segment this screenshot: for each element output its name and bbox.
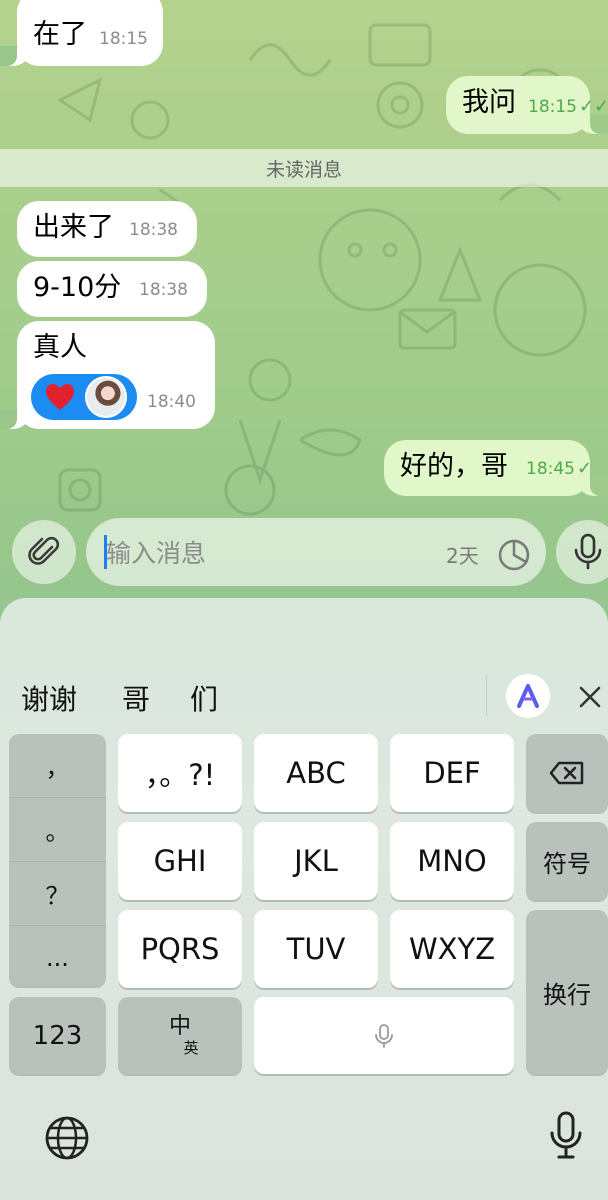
message-incoming[interactable]: 9-10分 18:38 — [17, 261, 207, 317]
key-ghi[interactable]: GHI — [118, 822, 242, 900]
message-text: 出来了 — [33, 212, 114, 243]
key-def[interactable]: DEF — [390, 734, 514, 812]
message-input-placeholder: 输入消息 — [106, 539, 207, 568]
space-key[interactable] — [254, 997, 514, 1074]
attach-button[interactable] — [12, 520, 76, 584]
message-incoming[interactable]: 出来了 18:38 — [17, 201, 197, 257]
symbols-key[interactable]: 符号 — [526, 822, 608, 900]
microphone-icon — [574, 533, 602, 570]
message-reaction[interactable] — [31, 374, 137, 420]
heart-icon — [46, 384, 74, 410]
key-tuv[interactable]: TUV — [254, 910, 378, 988]
globe-icon[interactable] — [44, 1115, 90, 1161]
message-text: 我问 — [462, 87, 516, 118]
message-outgoing[interactable]: 我问 18:15 ✓✓ — [446, 76, 608, 134]
key-pqrs[interactable]: PQRS — [118, 910, 242, 988]
message-time: 18:45 — [526, 459, 575, 479]
assistant-button[interactable] — [506, 674, 550, 718]
message-time: 18:15 — [528, 97, 577, 117]
return-key[interactable]: 换行 — [526, 910, 608, 1074]
message-text: 在了 — [33, 19, 87, 50]
assistant-logo-icon — [517, 684, 539, 708]
punct-key[interactable]: ？ — [9, 862, 106, 926]
auto-delete-timer-label: 2天 — [446, 544, 479, 568]
key-mno[interactable]: MNO — [390, 822, 514, 900]
punct-key[interactable]: ... — [9, 926, 106, 989]
punct-key[interactable]: 。 — [9, 798, 106, 862]
double-check-icon: ✓✓ — [579, 96, 608, 117]
backspace-key[interactable] — [526, 734, 608, 812]
punctuation-column: ， 。 ？ ... — [9, 734, 106, 986]
key-wxyz[interactable]: WXYZ — [390, 910, 514, 988]
message-time: 18:38 — [139, 280, 188, 300]
message-text: 真人 — [33, 332, 87, 363]
message-time: 18:40 — [147, 392, 196, 412]
key-jkl[interactable]: JKL — [254, 822, 378, 900]
language-switch-key[interactable]: 中 英 — [118, 997, 242, 1074]
composer: 输入消息 2天 — [0, 518, 608, 588]
reactor-avatar — [85, 376, 127, 418]
numbers-key[interactable]: 123 — [9, 997, 106, 1074]
key-abc[interactable]: ABC — [254, 734, 378, 812]
candidate-word[interactable]: 哥 — [122, 678, 150, 718]
message-text: 好的，哥 — [400, 451, 508, 482]
close-icon[interactable] — [578, 685, 602, 709]
lang-main-label: 中 — [168, 1013, 191, 1039]
message-time-row: 18:45 ✓ — [526, 452, 592, 486]
message-time: 18:38 — [129, 220, 178, 240]
candidate-word[interactable]: 们 — [190, 678, 218, 718]
paperclip-icon — [28, 536, 60, 565]
unread-divider-label: 未读消息 — [265, 158, 342, 181]
backspace-icon — [549, 761, 584, 785]
voice-record-button[interactable] — [556, 520, 608, 584]
lang-sub-label: 英 — [183, 1038, 199, 1057]
message-incoming[interactable]: 在了 18:15 — [0, 0, 163, 66]
message-text: 9-10分 — [33, 272, 122, 303]
timer-icon[interactable] — [497, 538, 531, 572]
dictation-icon[interactable] — [549, 1111, 583, 1161]
check-icon: ✓ — [577, 458, 593, 479]
key-punct[interactable]: ，。?! — [118, 734, 242, 812]
microphone-icon — [375, 1023, 393, 1048]
punct-key[interactable]: ， — [9, 734, 106, 798]
message-time-row: 18:15 ✓✓ — [528, 90, 608, 124]
message-outgoing[interactable]: 好的，哥 18:45 ✓ — [384, 440, 608, 496]
candidate-divider — [486, 674, 487, 716]
message-time: 18:15 — [99, 29, 148, 49]
unread-messages-divider: 未读消息 — [0, 149, 608, 187]
candidate-word[interactable]: 谢谢 — [21, 678, 77, 718]
